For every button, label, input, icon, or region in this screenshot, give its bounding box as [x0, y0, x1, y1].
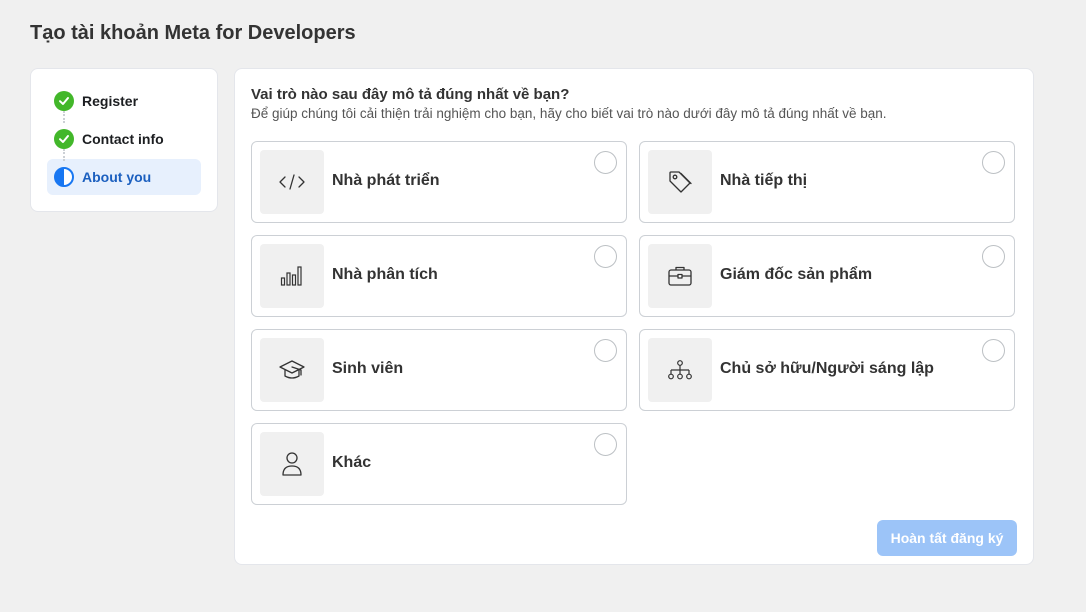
role-option-label: Chủ sở hữu/Người sáng lập	[720, 360, 934, 377]
graduation-cap-icon	[260, 338, 324, 402]
role-option-label: Khác	[332, 454, 372, 471]
registration-stepper: Register Contact info About you	[30, 68, 218, 212]
role-option-label: Nhà phân tích	[332, 266, 438, 283]
role-question: Vai trò nào sau đây mô tả đúng nhất về b…	[251, 86, 570, 103]
step-label: About you	[82, 169, 152, 185]
role-radio[interactable]	[982, 245, 1005, 268]
complete-registration-button[interactable]: Hoàn tất đăng ký	[877, 520, 1017, 556]
role-radio[interactable]	[594, 433, 617, 456]
role-option-analyst[interactable]: Nhà phân tích	[251, 235, 627, 317]
code-icon	[260, 150, 324, 214]
role-option-developer[interactable]: Nhà phát triển	[251, 141, 627, 223]
page-title: Tạo tài khoản Meta for Developers	[30, 22, 356, 44]
step-about-you[interactable]: About you	[47, 149, 201, 195]
role-option-student[interactable]: Sinh viên	[251, 329, 627, 411]
role-radio[interactable]	[594, 151, 617, 174]
check-icon	[54, 129, 74, 149]
role-option-owner-founder[interactable]: Chủ sở hữu/Người sáng lập	[639, 329, 1015, 411]
step-label: Contact info	[82, 131, 164, 147]
role-subtitle: Để giúp chúng tôi cải thiện trải nghiệm …	[251, 106, 887, 121]
role-option-label: Giám đốc sản phẩm	[720, 266, 873, 283]
step-connector	[63, 149, 65, 161]
step-connector	[63, 111, 65, 123]
role-option-other[interactable]: Khác	[251, 423, 627, 505]
role-option-label: Nhà tiếp thị	[720, 172, 808, 189]
role-radio[interactable]	[982, 339, 1005, 362]
role-radio[interactable]	[982, 151, 1005, 174]
org-chart-icon	[648, 338, 712, 402]
person-icon	[260, 432, 324, 496]
step-register[interactable]: Register	[47, 83, 201, 119]
role-option-marketer[interactable]: Nhà tiếp thị	[639, 141, 1015, 223]
role-selection-card: Vai trò nào sau đây mô tả đúng nhất về b…	[234, 68, 1034, 565]
tag-icon	[648, 150, 712, 214]
step-label: Register	[82, 93, 139, 109]
step-contact-info[interactable]: Contact info	[47, 111, 201, 157]
check-icon	[54, 91, 74, 111]
bar-chart-icon	[260, 244, 324, 308]
role-radio[interactable]	[594, 339, 617, 362]
role-radio[interactable]	[594, 245, 617, 268]
half-circle-icon	[54, 167, 74, 187]
role-option-product-manager[interactable]: Giám đốc sản phẩm	[639, 235, 1015, 317]
role-option-label: Nhà phát triển	[332, 172, 440, 189]
role-option-label: Sinh viên	[332, 360, 404, 377]
briefcase-icon	[648, 244, 712, 308]
